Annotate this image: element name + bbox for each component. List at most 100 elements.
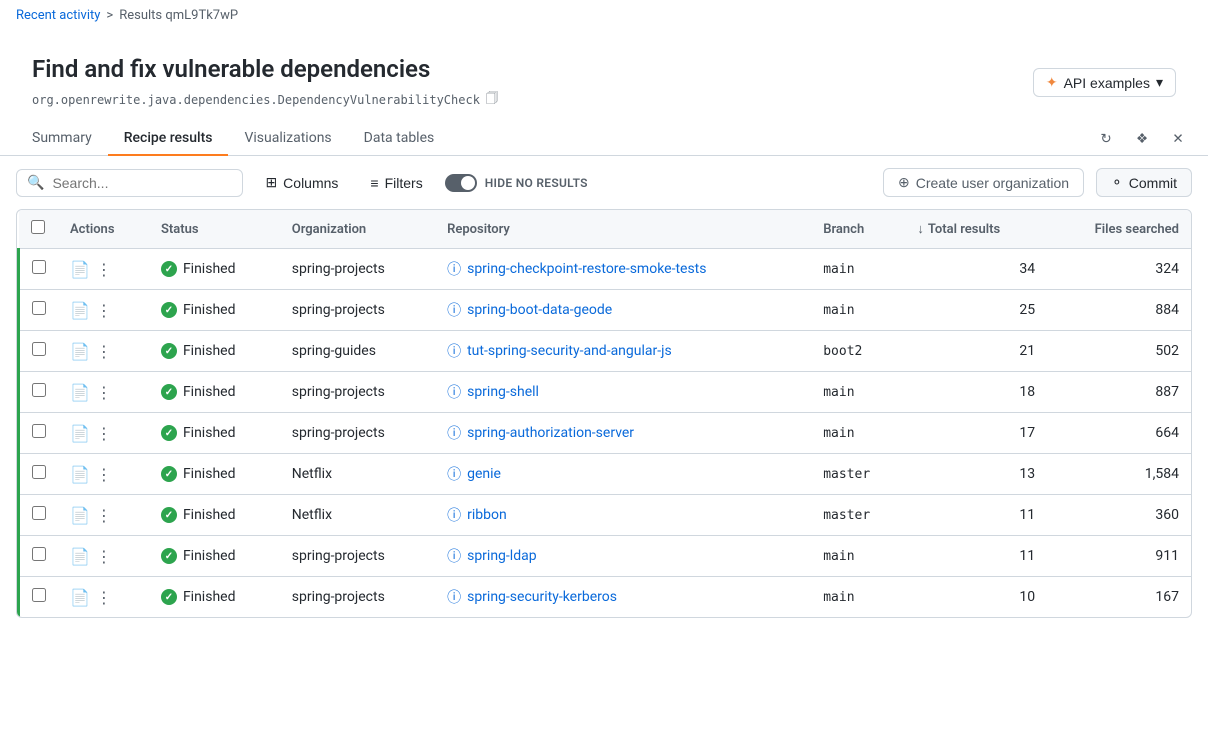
- tab-actions: ↻ ❖ ✕: [1092, 125, 1192, 153]
- commit-label: Commit: [1129, 175, 1177, 191]
- row-total-cell: 34: [905, 249, 1047, 290]
- row-checkbox[interactable]: [32, 383, 46, 397]
- row-branch-cell: main: [811, 413, 905, 454]
- tab-visualizations[interactable]: Visualizations: [228, 122, 347, 156]
- repo-link[interactable]: ribbon: [467, 507, 507, 523]
- info-icon[interactable]: ⓘ: [447, 423, 461, 443]
- table-row: 📄 ⋮ Finished spring-projects ⓘ spring-au…: [19, 413, 1192, 454]
- row-checkbox[interactable]: [32, 301, 46, 315]
- row-total-cell: 11: [905, 536, 1047, 577]
- more-icon[interactable]: ⋮: [96, 260, 112, 279]
- row-total-cell: 18: [905, 372, 1047, 413]
- row-checkbox[interactable]: [32, 506, 46, 520]
- export-icon[interactable]: 📄: [70, 547, 90, 566]
- toggle-switch[interactable]: [445, 174, 477, 192]
- row-checkbox[interactable]: [32, 588, 46, 602]
- row-org-cell: spring-projects: [280, 290, 435, 331]
- more-icon[interactable]: ⋮: [96, 588, 112, 607]
- export-icon[interactable]: 📄: [70, 342, 90, 361]
- search-input[interactable]: [52, 175, 232, 191]
- close-button[interactable]: ✕: [1164, 125, 1192, 153]
- status-text: Finished: [183, 425, 236, 441]
- more-icon[interactable]: ⋮: [96, 424, 112, 443]
- api-examples-button[interactable]: ✦ API examples ▾: [1033, 68, 1176, 97]
- row-files-cell: 502: [1047, 331, 1191, 372]
- row-status-cell: Finished: [149, 413, 280, 454]
- row-actions-cell: 📄 ⋮: [58, 249, 149, 290]
- refresh-button[interactable]: ↻: [1092, 125, 1120, 153]
- repo-link[interactable]: spring-ldap: [467, 548, 536, 564]
- info-icon[interactable]: ⓘ: [447, 341, 461, 361]
- table-row: 📄 ⋮ Finished spring-projects ⓘ spring-ld…: [19, 536, 1192, 577]
- export-icon[interactable]: 📄: [70, 588, 90, 607]
- status-dot: [161, 384, 177, 400]
- repo-link[interactable]: genie: [467, 466, 501, 482]
- total-header[interactable]: ↓ Total results: [905, 210, 1047, 249]
- row-org-cell: Netflix: [280, 454, 435, 495]
- row-repo-cell: ⓘ tut-spring-security-and-angular-js: [435, 331, 811, 372]
- row-checkbox[interactable]: [32, 465, 46, 479]
- row-checkbox[interactable]: [32, 260, 46, 274]
- info-icon[interactable]: ⓘ: [447, 464, 461, 484]
- filters-label: Filters: [385, 175, 423, 191]
- export-icon[interactable]: 📄: [70, 383, 90, 402]
- table-row: 📄 ⋮ Finished Netflix ⓘ ribbon master 11 …: [19, 495, 1192, 536]
- status-dot: [161, 343, 177, 359]
- row-status-cell: Finished: [149, 495, 280, 536]
- tab-summary[interactable]: Summary: [16, 122, 108, 156]
- row-total-cell: 10: [905, 577, 1047, 618]
- export-icon[interactable]: 📄: [70, 424, 90, 443]
- filters-button[interactable]: ≡ Filters: [360, 170, 432, 196]
- more-icon[interactable]: ⋮: [96, 342, 112, 361]
- breadcrumb: Recent activity > Results qmL9Tk7wP: [0, 0, 1208, 31]
- info-icon[interactable]: ⓘ: [447, 587, 461, 607]
- more-icon[interactable]: ⋮: [96, 506, 112, 525]
- row-files-cell: 1,584: [1047, 454, 1191, 495]
- row-files-cell: 887: [1047, 372, 1191, 413]
- toolbar: 🔍 ⊞ Columns ≡ Filters HIDE NO RESULTS ⊕ …: [0, 156, 1208, 209]
- repo-link[interactable]: spring-boot-data-geode: [467, 302, 612, 318]
- repo-link[interactable]: spring-security-kerberos: [467, 589, 617, 605]
- repo-link[interactable]: tut-spring-security-and-angular-js: [467, 343, 672, 359]
- columns-button[interactable]: ⊞ Columns: [255, 169, 348, 196]
- row-checkbox[interactable]: [32, 547, 46, 561]
- row-total-cell: 17: [905, 413, 1047, 454]
- share-icon: ❖: [1136, 131, 1148, 147]
- recipe-id: org.openrewrite.java.dependencies.Depend…: [32, 93, 480, 107]
- share-button[interactable]: ❖: [1128, 125, 1156, 153]
- more-icon[interactable]: ⋮: [96, 465, 112, 484]
- copy-icon[interactable]: 🗍: [486, 89, 498, 110]
- info-icon[interactable]: ⓘ: [447, 259, 461, 279]
- more-icon[interactable]: ⋮: [96, 547, 112, 566]
- repo-link[interactable]: spring-shell: [467, 384, 539, 400]
- repo-link[interactable]: spring-authorization-server: [467, 425, 634, 441]
- info-icon[interactable]: ⓘ: [447, 546, 461, 566]
- breadcrumb-recent[interactable]: Recent activity: [16, 8, 100, 23]
- row-branch-cell: main: [811, 290, 905, 331]
- select-all-header: [19, 210, 59, 249]
- export-icon[interactable]: 📄: [70, 506, 90, 525]
- more-icon[interactable]: ⋮: [96, 383, 112, 402]
- export-icon[interactable]: 📄: [70, 465, 90, 484]
- tab-recipe-results[interactable]: Recipe results: [108, 122, 229, 156]
- more-icon[interactable]: ⋮: [96, 301, 112, 320]
- export-icon[interactable]: 📄: [70, 260, 90, 279]
- create-org-button[interactable]: ⊕ Create user organization: [883, 168, 1084, 197]
- row-branch-cell: master: [811, 454, 905, 495]
- export-icon[interactable]: 📄: [70, 301, 90, 320]
- info-icon[interactable]: ⓘ: [447, 300, 461, 320]
- columns-icon: ⊞: [265, 174, 277, 191]
- tab-data-tables[interactable]: Data tables: [348, 122, 451, 156]
- row-files-cell: 884: [1047, 290, 1191, 331]
- info-icon[interactable]: ⓘ: [447, 382, 461, 402]
- table-row: 📄 ⋮ Finished spring-projects ⓘ spring-ch…: [19, 249, 1192, 290]
- row-checkbox-cell: [19, 495, 59, 536]
- row-checkbox[interactable]: [32, 342, 46, 356]
- row-checkbox-cell: [19, 331, 59, 372]
- row-checkbox[interactable]: [32, 424, 46, 438]
- commit-button[interactable]: ⚬ Commit: [1096, 168, 1192, 197]
- select-all-checkbox[interactable]: [31, 220, 45, 234]
- table-row: 📄 ⋮ Finished spring-projects ⓘ spring-bo…: [19, 290, 1192, 331]
- repo-link[interactable]: spring-checkpoint-restore-smoke-tests: [467, 261, 706, 277]
- info-icon[interactable]: ⓘ: [447, 505, 461, 525]
